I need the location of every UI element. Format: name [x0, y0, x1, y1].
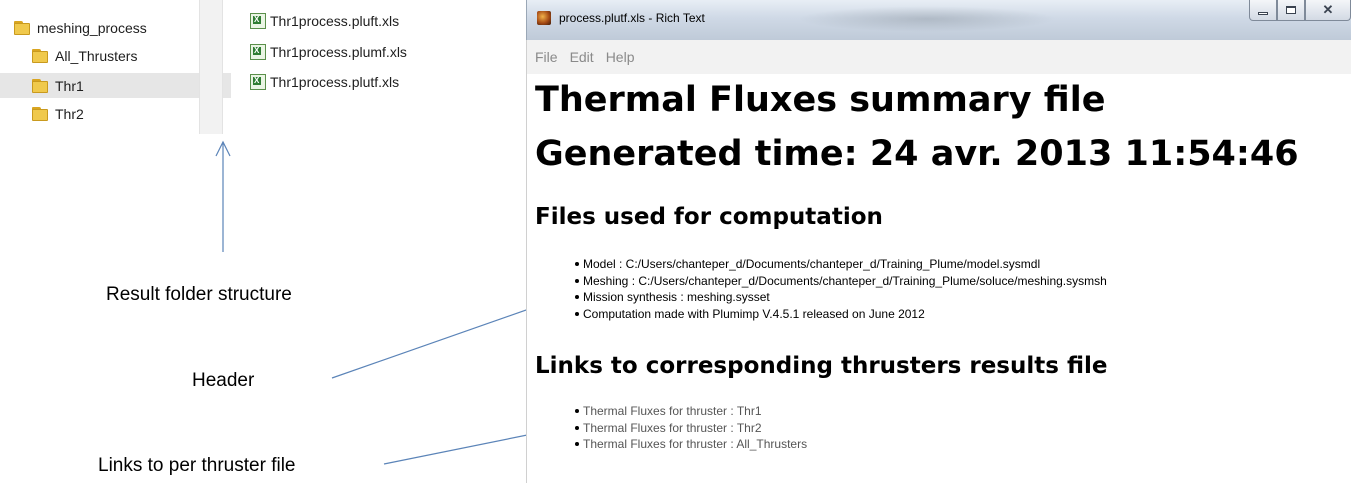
- links-list: Thermal Fluxes for thruster : Thr1 Therm…: [575, 403, 807, 453]
- menu-file[interactable]: File: [535, 49, 558, 65]
- minimize-icon: [1258, 11, 1268, 15]
- rich-text-window: process.plutf.xls - Rich Text ✕ File Edi…: [526, 0, 1351, 483]
- list-item: Mission synthesis : meshing.sysset: [575, 289, 1107, 306]
- maximize-icon: [1286, 6, 1296, 14]
- files-list: Model : C:/Users/chanteper_d/Documents/c…: [575, 256, 1107, 322]
- annotation-result-folder: Result folder structure: [106, 284, 292, 305]
- menu-help[interactable]: Help: [606, 49, 635, 65]
- annotation-links: Links to per thruster file: [98, 455, 296, 476]
- doc-title: Thermal Fluxes summary file: [535, 80, 1106, 120]
- title-bar[interactable]: process.plutf.xls - Rich Text ✕: [526, 0, 1351, 40]
- list-item: Meshing : C:/Users/chanteper_d/Documents…: [575, 273, 1107, 290]
- minimize-button[interactable]: [1249, 0, 1277, 21]
- thruster-link[interactable]: Thermal Fluxes for thruster : Thr1: [575, 403, 807, 420]
- doc-generated-time: Generated time: 24 avr. 2013 11:54:46: [535, 134, 1299, 174]
- close-button[interactable]: ✕: [1305, 0, 1351, 21]
- window-controls: ✕: [1249, 0, 1351, 22]
- section-files-heading: Files used for computation: [535, 204, 883, 230]
- menu-edit[interactable]: Edit: [570, 49, 594, 65]
- close-icon: ✕: [1322, 2, 1334, 17]
- thruster-link[interactable]: Thermal Fluxes for thruster : Thr2: [575, 420, 807, 437]
- maximize-button[interactable]: [1277, 0, 1305, 21]
- thruster-link[interactable]: Thermal Fluxes for thruster : All_Thrust…: [575, 436, 807, 453]
- document-body: Thermal Fluxes summary file Generated ti…: [526, 74, 1351, 483]
- window-title: process.plutf.xls - Rich Text: [559, 11, 705, 25]
- app-icon: [537, 11, 551, 25]
- list-item: Model : C:/Users/chanteper_d/Documents/c…: [575, 256, 1107, 273]
- menu-bar: File Edit Help: [526, 40, 1351, 74]
- annotation-header: Header: [192, 370, 255, 391]
- list-item: Computation made with Plumimp V.4.5.1 re…: [575, 306, 1107, 323]
- section-links-heading: Links to corresponding thrusters results…: [535, 353, 1108, 379]
